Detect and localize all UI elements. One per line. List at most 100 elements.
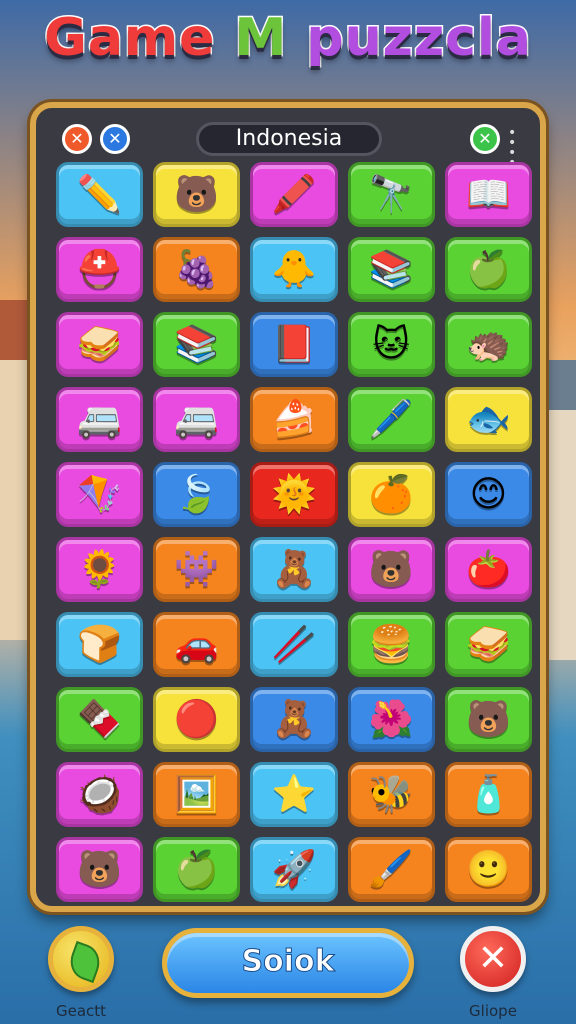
tile-bread[interactable]: 🍞 <box>56 612 144 677</box>
smiley-icon: 😊 <box>469 473 508 515</box>
tile-flag-book[interactable]: 📕 <box>250 312 338 377</box>
close-icon-blue[interactable]: ✕ <box>100 124 130 154</box>
tile-tomato[interactable]: 🍅 <box>444 537 532 602</box>
tile-star[interactable]: ⭐ <box>250 762 338 827</box>
tile-bear-face[interactable]: 🧸 <box>250 537 338 602</box>
tile-van[interactable]: 🚐 <box>56 387 144 452</box>
tile-plum-fruit[interactable]: 🍇 <box>153 237 241 302</box>
tile-picture-card[interactable]: 🖼️ <box>153 762 241 827</box>
tile-burger[interactable]: 🍔 <box>347 612 435 677</box>
tile-brush[interactable]: 🖌️ <box>347 837 435 902</box>
tile-smiley[interactable]: 😊 <box>444 462 532 527</box>
tile-crossed-tools[interactable]: 🥢 <box>250 612 338 677</box>
markers-icon: 🖍️ <box>271 173 317 215</box>
title-part-2: M <box>233 7 288 70</box>
close-label: Gliope <box>469 1002 517 1020</box>
game-title: Game M puzzcla <box>0 7 576 70</box>
orange-fruit-icon: 🍊 <box>368 473 414 515</box>
tile-red-ball[interactable]: 🔴 <box>153 687 241 752</box>
tile-fish[interactable]: 🐟 <box>444 387 532 452</box>
kite-icon: 🪁 <box>77 473 122 515</box>
tile-telescope[interactable]: 🔭 <box>347 162 435 227</box>
tile-coconut[interactable]: 🥥 <box>56 762 144 827</box>
green-fruit-icon: 🍏 <box>174 848 220 890</box>
tile-book-stack[interactable]: 📚 <box>153 312 241 377</box>
tile-green-fruit[interactable]: 🍏 <box>153 837 241 902</box>
main-action-button[interactable]: Soiok <box>162 928 414 998</box>
title-part-3: puzzcla <box>305 7 533 70</box>
cute-creature-icon: 🐥 <box>271 248 317 290</box>
tile-green-fruit[interactable]: 🍏 <box>444 237 532 302</box>
tile-cat-face[interactable]: 🐱 <box>347 312 435 377</box>
plum-fruit-icon: 🍇 <box>174 248 220 290</box>
leaf-icon <box>65 940 105 984</box>
open-book-icon: 📖 <box>465 173 511 215</box>
tile-cute-creature[interactable]: 🐥 <box>250 237 338 302</box>
bee-icon: 🐝 <box>368 773 414 815</box>
tile-hedgehog[interactable]: 🦔 <box>444 312 532 377</box>
tile-bear-face[interactable]: 🐻 <box>444 687 532 752</box>
brush-icon: 🖌️ <box>368 848 414 890</box>
bear-flower-icon: 🐻 <box>368 548 414 590</box>
level-header: Indonesia <box>196 122 382 156</box>
tile-orange-fruit[interactable]: 🍊 <box>347 462 435 527</box>
close-icon: ✕ <box>477 938 509 979</box>
tile-bear-face[interactable]: 🐻 <box>153 162 241 227</box>
tile-sunflower[interactable]: 🌻 <box>56 537 144 602</box>
tile-bear-face[interactable]: 🐻 <box>56 837 144 902</box>
book-stack-icon: 📚 <box>368 248 414 290</box>
fish-icon: 🐟 <box>465 398 511 440</box>
tile-blob-creature[interactable]: 👾 <box>153 537 241 602</box>
blue-smiley-icon: 🙂 <box>465 848 511 890</box>
tile-layer-cake[interactable]: 🍰 <box>250 387 338 452</box>
tile-car[interactable]: 🚗 <box>153 612 241 677</box>
telescope-icon: 🔭 <box>368 173 414 215</box>
hint-label: Geactt <box>55 1002 107 1020</box>
tile-paint-tubes[interactable]: 🧴 <box>444 762 532 827</box>
tile-marker-pen[interactable]: 🖊️ <box>347 387 435 452</box>
van-icon: 🚐 <box>174 398 220 440</box>
book-stack-icon: 📚 <box>174 323 220 365</box>
tile-sandwich[interactable]: 🥪 <box>56 312 144 377</box>
tile-van[interactable]: 🚐 <box>153 387 241 452</box>
close-icon-red[interactable]: ✕ <box>62 124 92 154</box>
bear-face-icon: 🧸 <box>271 548 317 590</box>
tile-chocolate[interactable]: 🍫 <box>56 687 144 752</box>
tile-teddy[interactable]: 🧸 <box>250 687 338 752</box>
bear-face-icon: 🐻 <box>77 848 122 890</box>
tile-flower[interactable]: 🌺 <box>347 687 435 752</box>
layer-cake-icon: 🍰 <box>271 398 317 440</box>
van-icon: 🚐 <box>77 398 122 440</box>
background-house-left <box>0 300 33 640</box>
tile-helmet[interactable]: ⛑️ <box>56 237 144 302</box>
tile-purple-pencil[interactable]: ✏️ <box>56 162 144 227</box>
burger-icon: 🍔 <box>368 623 414 665</box>
sun-face-icon: 🌞 <box>271 473 317 515</box>
tile-markers[interactable]: 🖍️ <box>250 162 338 227</box>
background-house-right <box>543 360 576 660</box>
marker-pen-icon: 🖊️ <box>368 398 414 440</box>
tile-bee[interactable]: 🐝 <box>347 762 435 827</box>
bear-face-icon: 🐻 <box>465 698 511 740</box>
cat-face-icon: 🐱 <box>372 323 410 365</box>
tile-kite[interactable]: 🪁 <box>56 462 144 527</box>
title-part-1: Game <box>43 7 216 70</box>
tile-sandwich[interactable]: 🥪 <box>444 612 532 677</box>
bear-face-icon: 🐻 <box>174 173 220 215</box>
tile-leaf-pod[interactable]: 🍃 <box>153 462 241 527</box>
tile-sun-face[interactable]: 🌞 <box>250 462 338 527</box>
tile-open-book[interactable]: 📖 <box>444 162 532 227</box>
crossed-tools-icon: 🥢 <box>271 623 317 665</box>
tile-grid: ✏️ 🐻 🖍️ 🔭 📖 ⛑️ 🍇 🐥 📚 🍏 🥪 📚 📕 🐱 🦔 🚐 🚐 🍰 🖊️ 🐟 🪁 🍃 🌞 🍊 😊 🌻 👾 🧸 🐻 🍅 🍞 🚗 🥢 🍔 🥪 🍫… <box>56 162 532 902</box>
purple-pencil-icon: ✏️ <box>77 173 122 215</box>
tile-rocket[interactable]: 🚀 <box>250 837 338 902</box>
menu-dots-icon[interactable]: • •• • <box>508 126 528 170</box>
tile-blue-smiley[interactable]: 🙂 <box>444 837 532 902</box>
hint-button[interactable] <box>48 926 114 992</box>
tile-bear-flower[interactable]: 🐻 <box>347 537 435 602</box>
leaf-pod-icon: 🍃 <box>174 473 220 515</box>
tile-book-stack[interactable]: 📚 <box>347 237 435 302</box>
close-button[interactable]: ✕ <box>460 926 526 992</box>
shuffle-icon[interactable]: ✕ <box>470 124 500 154</box>
flag-book-icon: 📕 <box>271 323 317 365</box>
